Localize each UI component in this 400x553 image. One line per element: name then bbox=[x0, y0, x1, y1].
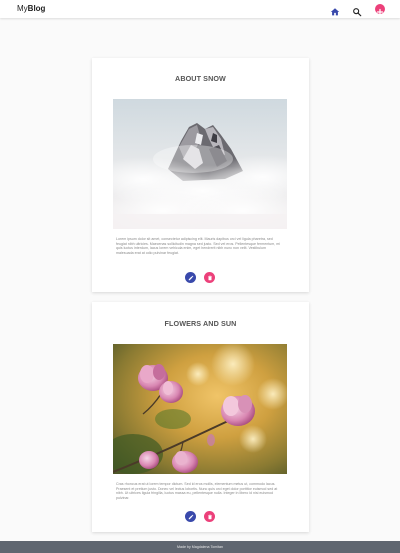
delete-button[interactable] bbox=[204, 511, 215, 522]
post-image-snowy-mountain bbox=[113, 99, 287, 229]
post-title: FLOWERS AND SUN bbox=[164, 319, 237, 328]
delete-button[interactable] bbox=[204, 272, 215, 283]
add-post-button[interactable] bbox=[375, 4, 385, 16]
footer: Made by Magdalena Tomitan bbox=[0, 541, 400, 553]
post-title: ABOUT SNOW bbox=[175, 74, 226, 83]
delete-icon bbox=[207, 514, 212, 519]
top-app-bar: MyBlog bbox=[0, 0, 400, 18]
post-image-magnolia-flowers bbox=[113, 344, 287, 474]
post-card: ABOUT SNOW Lorem ipsum dolor sit amet, c… bbox=[92, 58, 309, 292]
brand-text-part1: My bbox=[17, 4, 28, 13]
edit-button[interactable] bbox=[185, 272, 196, 283]
edit-icon bbox=[188, 514, 193, 519]
delete-icon bbox=[207, 275, 212, 280]
post-card: FLOWERS AND SUN Cras rhoncus erat ut lor… bbox=[92, 302, 309, 532]
footer-credit: Made by Magdalena Tomitan bbox=[176, 545, 224, 549]
edit-icon bbox=[188, 275, 193, 280]
post-excerpt: Lorem ipsum dolor sit amet, consectetur … bbox=[116, 237, 280, 255]
search-icon[interactable] bbox=[352, 4, 362, 17]
add-icon bbox=[376, 8, 384, 16]
brand-logo[interactable]: MyBlog bbox=[17, 4, 45, 13]
post-excerpt: Cras rhoncus erat ut lorem tempor dictum… bbox=[116, 482, 278, 500]
home-icon[interactable] bbox=[330, 4, 340, 16]
edit-button[interactable] bbox=[185, 511, 196, 522]
brand-text-part2: Blog bbox=[27, 4, 46, 13]
